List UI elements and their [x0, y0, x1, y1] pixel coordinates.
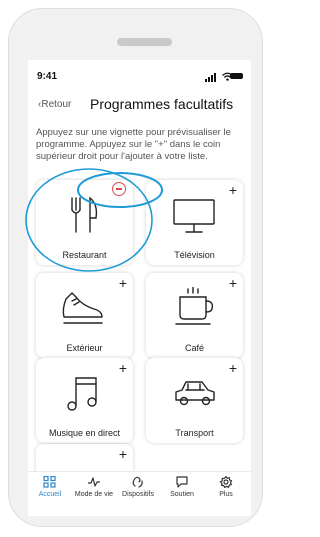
program-card-musique[interactable]: + Musique en direct [36, 358, 133, 443]
card-label: Extérieur [66, 343, 103, 353]
program-card-restaurant[interactable]: Restaurant [36, 180, 133, 265]
fork-knife-icon [71, 196, 98, 233]
tab-accueil[interactable]: Accueil [28, 476, 72, 498]
add-icon[interactable]: + [119, 447, 127, 461]
status-icons [205, 72, 243, 82]
hearing-aids-icon [132, 476, 143, 488]
status-time: 9:41 [37, 71, 58, 82]
tab-soutien[interactable]: Soutien [160, 476, 204, 498]
tab-mode-de-vie[interactable]: Mode de vie [72, 476, 116, 498]
card-label: Restaurant [62, 250, 107, 260]
back-label: Retour [41, 99, 72, 110]
battery-icon [230, 73, 243, 79]
program-card-cafe[interactable]: + Café [146, 273, 243, 358]
activity-icon [88, 477, 100, 487]
tab-label: Dispositifs [122, 491, 154, 498]
page-title: Programmes facultatifs [90, 96, 234, 112]
program-card-transport[interactable]: + Transport [146, 358, 243, 443]
program-card-exterieur[interactable]: + Extérieur [36, 273, 133, 358]
phone-speaker [117, 38, 172, 46]
instructions-text: Appuyez sur une vignette pour prévisuali… [36, 127, 231, 162]
card-label: Café [184, 343, 204, 353]
card-label: Transport [175, 428, 214, 438]
coffee-cup-icon [175, 287, 214, 325]
back-button[interactable]: ‹Retour [38, 99, 71, 110]
tab-label: Accueil [38, 491, 62, 498]
tab-label: Soutien [170, 491, 194, 498]
tab-label: Mode de vie [74, 491, 114, 498]
tab-dispositifs[interactable]: Dispositifs [116, 476, 160, 498]
navigation-header: ‹Retour Programmes facultatifs [28, 95, 251, 119]
grid-icon [43, 476, 56, 488]
car-icon [175, 381, 215, 406]
bottom-tab-bar: Accueil Mode de vie Dispositifs Soutien [28, 471, 251, 516]
card-label: Télévision [174, 250, 215, 260]
music-note-icon [67, 377, 97, 411]
program-card-television[interactable]: + Télévision [146, 180, 243, 265]
gear-icon [219, 476, 233, 488]
status-bar: 9:41 [28, 60, 251, 88]
tv-icon [173, 199, 215, 233]
sneaker-icon [62, 292, 103, 324]
app-screen: 9:41 ‹Retour Programmes facultatifs Appu… [28, 60, 251, 516]
chat-bubble-icon [176, 476, 188, 488]
tab-plus[interactable]: Plus [204, 476, 248, 498]
tab-label: Plus [219, 491, 233, 498]
card-label: Musique en direct [48, 428, 121, 438]
